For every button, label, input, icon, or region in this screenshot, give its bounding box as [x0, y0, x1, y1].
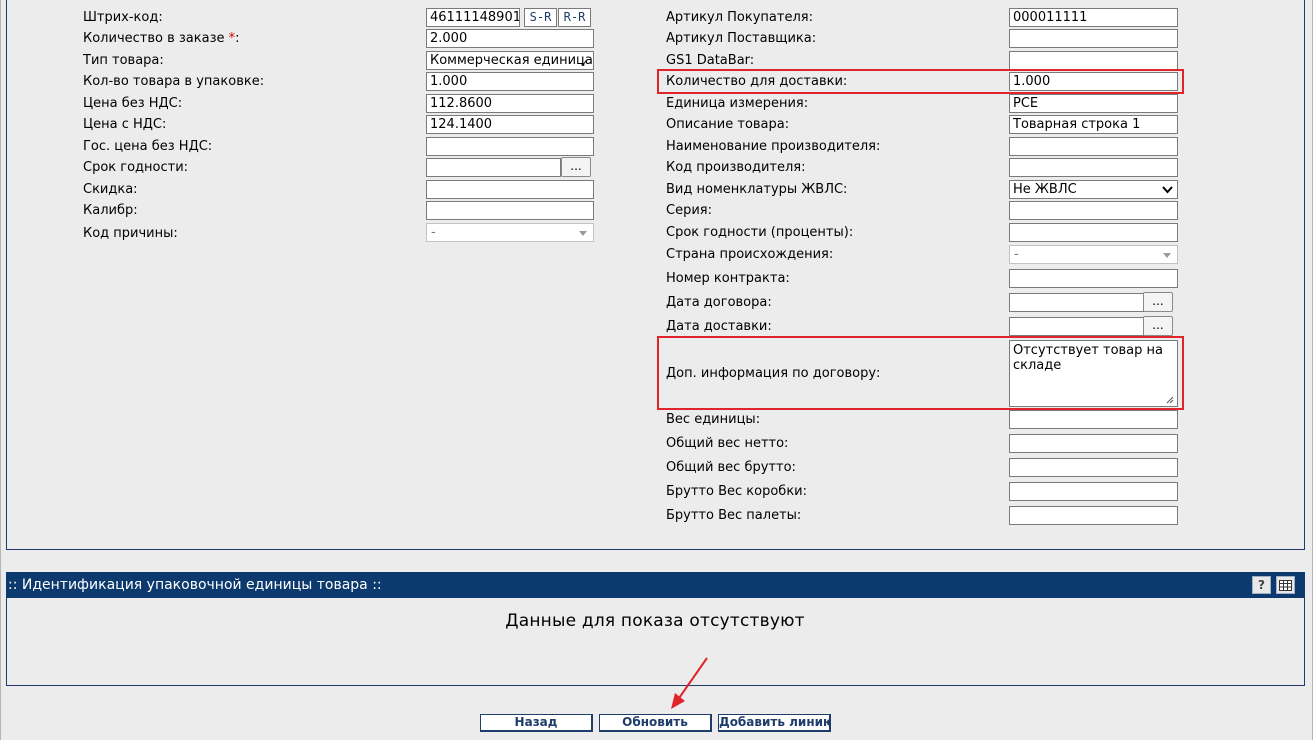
order-qty-colon: :	[235, 31, 240, 46]
manufacturer-name-label: Наименование производителя:	[666, 139, 881, 154]
zhvls-type-value: Не ЖВЛС	[1013, 182, 1077, 197]
zhvls-type-select[interactable]: Не ЖВЛС	[1009, 180, 1178, 199]
origin-country-select[interactable]: -	[1009, 245, 1178, 264]
package-section-header: :: Идентификация упаковочной единицы тов…	[6, 572, 1305, 598]
price-no-vat-label: Цена без НДС:	[83, 96, 183, 111]
delivery-date-label: Дата доставки:	[666, 319, 772, 334]
delivery-qty-label: Количество для доставки:	[666, 74, 848, 89]
order-qty-label: Количество в заказе *:	[83, 31, 240, 47]
shelf-life-percent-input[interactable]	[1009, 223, 1178, 242]
reason-code-label: Код причины:	[83, 226, 178, 241]
item-type-value: Коммерческая единица	[430, 53, 593, 68]
unit-weight-input[interactable]	[1009, 410, 1178, 429]
pack-qty-input[interactable]: 1.000	[426, 72, 594, 91]
contract-date-button[interactable]: ...	[1143, 292, 1173, 312]
series-label: Серия:	[666, 203, 712, 218]
chevron-down-icon: ✓	[579, 57, 589, 70]
refresh-button[interactable]: Обновить	[599, 714, 712, 732]
chevron-down-icon	[1162, 186, 1173, 194]
caliber-label: Калибр:	[83, 203, 138, 218]
reason-code-select[interactable]: -	[426, 223, 594, 242]
dropdown-arrow-icon	[579, 231, 587, 236]
net-weight-label: Общий вес нетто:	[666, 436, 789, 451]
back-button[interactable]: Назад	[480, 714, 593, 732]
shelf-life-date-button[interactable]: ...	[561, 157, 591, 177]
order-qty-label-text: Количество в заказе	[83, 31, 225, 46]
price-vat-input[interactable]: 124.1400	[426, 115, 594, 134]
contract-date-label: Дата договора:	[666, 295, 772, 310]
supplier-article-label: Артикул Поставщика:	[666, 31, 817, 46]
shelf-life-label: Срок годности:	[83, 160, 189, 175]
grid-icon	[1279, 580, 1292, 591]
s-r-button[interactable]: S-R	[524, 8, 557, 27]
resize-grip-icon[interactable]	[1166, 396, 1174, 404]
gov-price-input[interactable]	[426, 137, 594, 156]
delivery-qty-input[interactable]: 1.000	[1009, 72, 1178, 91]
dropdown-arrow-icon	[1163, 253, 1171, 258]
delivery-date-input[interactable]	[1009, 317, 1144, 336]
box-gross-weight-input[interactable]	[1009, 482, 1178, 501]
table-settings-icon[interactable]	[1276, 576, 1295, 594]
unit-weight-label: Вес единицы:	[666, 412, 761, 427]
annotation-arrow-icon	[671, 657, 708, 709]
buyer-article-label: Артикул Покупателя:	[666, 10, 813, 25]
barcode-input[interactable]: 46111148901	[426, 8, 520, 27]
unit-input[interactable]: PCE	[1009, 94, 1178, 113]
shelf-life-input[interactable]	[426, 158, 561, 177]
caliber-input[interactable]	[426, 201, 594, 220]
gs1-databar-label: GS1 DataBar:	[666, 53, 755, 68]
contract-number-input[interactable]	[1009, 269, 1178, 288]
price-vat-label: Цена с НДС:	[83, 117, 167, 132]
unit-label: Единица измерения:	[666, 96, 809, 111]
pack-qty-label: Кол-во товара в упаковке:	[83, 74, 265, 89]
empty-data-message: Данные для показа отсутствуют	[505, 611, 805, 631]
series-input[interactable]	[1009, 201, 1178, 220]
delivery-date-button[interactable]: ...	[1143, 316, 1173, 336]
add-line-button[interactable]: Добавить линию	[718, 714, 831, 732]
box-gross-weight-label: Брутто Вес коробки:	[666, 484, 808, 499]
manufacturer-code-label: Код производителя:	[666, 160, 806, 175]
origin-country-label: Страна происхождения:	[666, 247, 834, 262]
contract-date-input[interactable]	[1009, 293, 1144, 312]
item-description-label: Описание товара:	[666, 117, 790, 132]
gov-price-label: Гос. цена без НДС:	[83, 139, 213, 154]
pallet-gross-weight-input[interactable]	[1009, 506, 1178, 525]
discount-label: Скидка:	[83, 182, 138, 197]
price-no-vat-input[interactable]: 112.8600	[426, 94, 594, 113]
contract-info-textarea[interactable]: Отсутствует товар на складе	[1009, 340, 1178, 407]
zhvls-type-label: Вид номенклатуры ЖВЛС:	[666, 182, 848, 197]
net-weight-input[interactable]	[1009, 434, 1178, 453]
contract-number-label: Номер контракта:	[666, 271, 790, 286]
item-description-input[interactable]: Товарная строка 1	[1009, 115, 1178, 134]
shelf-life-percent-label: Срок годности (проценты):	[666, 225, 854, 240]
help-icon[interactable]: ?	[1252, 576, 1271, 594]
gross-weight-label: Общий вес брутто:	[666, 460, 796, 475]
item-type-select[interactable]: Коммерческая единица ✓	[426, 51, 594, 70]
buyer-article-input[interactable]: 000011111	[1009, 8, 1178, 27]
supplier-article-input[interactable]	[1009, 29, 1178, 48]
barcode-label: Штрих-код:	[83, 10, 163, 25]
item-type-label: Тип товара:	[83, 53, 164, 68]
origin-country-value: -	[1014, 247, 1019, 262]
gross-weight-input[interactable]	[1009, 458, 1178, 477]
order-qty-input[interactable]: 2.000	[426, 29, 594, 48]
gs1-databar-input[interactable]	[1009, 51, 1178, 70]
r-r-button[interactable]: R-R	[558, 8, 591, 27]
pallet-gross-weight-label: Брутто Вес палеты:	[666, 508, 802, 523]
discount-input[interactable]	[426, 180, 594, 199]
reason-code-value: -	[431, 225, 436, 240]
manufacturer-name-input[interactable]	[1009, 137, 1178, 156]
manufacturer-code-input[interactable]	[1009, 158, 1178, 177]
contract-info-label: Доп. информация по договору:	[666, 366, 881, 381]
package-section-title: :: Идентификация упаковочной единицы тов…	[8, 577, 382, 593]
